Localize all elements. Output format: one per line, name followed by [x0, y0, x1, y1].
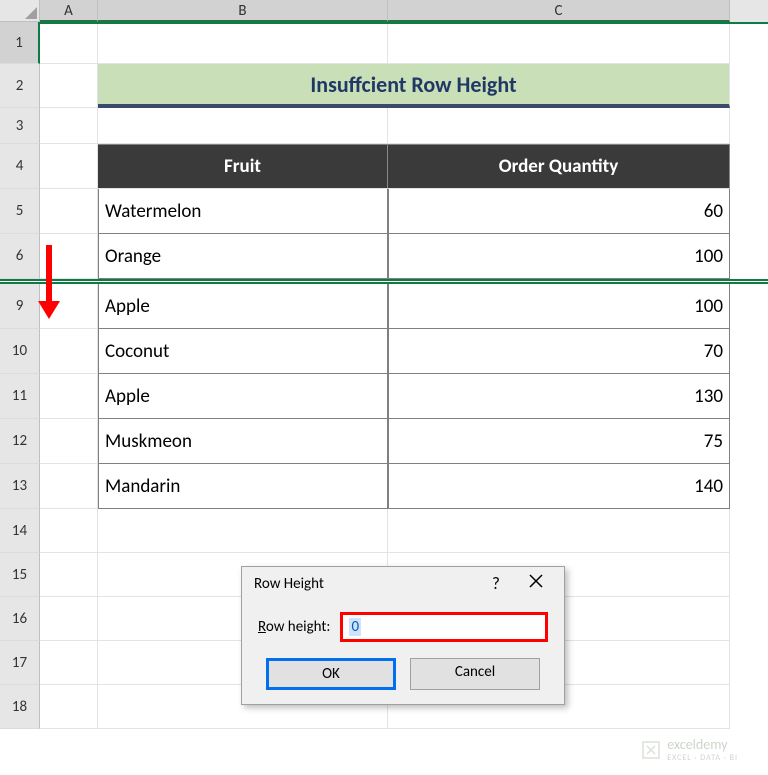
row-header-17[interactable]: 17: [0, 641, 40, 685]
row-header-14[interactable]: 14: [0, 509, 40, 553]
cell-fruit[interactable]: Muskmeon: [98, 419, 388, 464]
select-all-corner[interactable]: [0, 0, 40, 22]
grid-row: [40, 22, 768, 64]
cell[interactable]: [40, 553, 98, 597]
table-row: Coconut 70: [40, 329, 768, 374]
table-row: Orange 100: [40, 234, 768, 279]
cell-qty[interactable]: 70: [388, 329, 730, 374]
ok-button[interactable]: OK: [266, 658, 396, 690]
cell[interactable]: [40, 189, 98, 234]
row-height-dialog: Row Height ? Row height: 0 OK Cancel: [241, 566, 565, 705]
cell-qty[interactable]: 130: [388, 374, 730, 419]
row-header-13[interactable]: 13: [0, 464, 40, 509]
selection-row-top-border: [40, 22, 768, 24]
cell-fruit[interactable]: Watermelon: [98, 189, 388, 234]
watermark-brand: exceldemy: [667, 736, 727, 753]
cell[interactable]: [388, 509, 730, 553]
col-header-B[interactable]: B: [98, 0, 388, 22]
cell[interactable]: [40, 509, 98, 553]
cell[interactable]: [40, 144, 98, 189]
cell-fruit[interactable]: Mandarin: [98, 464, 388, 509]
row-header-18[interactable]: 18: [0, 685, 40, 729]
table-row: Muskmeon 75: [40, 419, 768, 464]
row-header-15[interactable]: 15: [0, 553, 40, 597]
row-header-2[interactable]: 2: [0, 64, 40, 108]
row-header-5[interactable]: 5: [0, 189, 40, 234]
cell[interactable]: [40, 64, 98, 108]
dialog-title: Row Height: [254, 575, 476, 593]
cell[interactable]: [98, 22, 388, 64]
cell[interactable]: [40, 464, 98, 509]
table-header-fruit[interactable]: Fruit: [98, 144, 388, 189]
cancel-button[interactable]: Cancel: [410, 658, 540, 690]
cell[interactable]: [388, 22, 730, 64]
cell-qty[interactable]: 75: [388, 419, 730, 464]
row-header-6[interactable]: 6: [0, 234, 40, 279]
cell[interactable]: [40, 419, 98, 464]
table-row: Watermelon 60: [40, 189, 768, 234]
help-button[interactable]: ?: [476, 573, 516, 594]
col-header-A[interactable]: A: [40, 0, 98, 22]
row-header-11[interactable]: 11: [0, 374, 40, 419]
col-header-C[interactable]: C: [388, 0, 730, 22]
row-header-4[interactable]: 4: [0, 144, 40, 189]
row-header-12[interactable]: 12: [0, 419, 40, 464]
grid-row: [40, 108, 768, 144]
cell[interactable]: [98, 509, 388, 553]
cell[interactable]: [388, 108, 730, 144]
dialog-actions: OK Cancel: [242, 648, 564, 704]
cell[interactable]: [40, 108, 98, 144]
cell-qty[interactable]: 100: [388, 284, 730, 329]
dialog-titlebar[interactable]: Row Height ?: [242, 567, 564, 600]
table-header-qty[interactable]: Order Quantity: [388, 144, 730, 189]
row-height-label: Row height:: [258, 618, 330, 636]
cell-fruit[interactable]: Apple: [98, 374, 388, 419]
cell[interactable]: [40, 641, 98, 685]
annotation-arrow-icon: [46, 245, 52, 305]
row-header-9[interactable]: 9: [0, 284, 40, 329]
grid-row: Insuffcient Row Height: [40, 64, 768, 108]
watermark-tag: EXCEL · DATA · BI: [667, 753, 738, 763]
row-header-1[interactable]: 1: [0, 22, 40, 64]
cell-fruit[interactable]: Orange: [98, 234, 388, 279]
grid-row: [40, 509, 768, 553]
cell-fruit[interactable]: Apple: [98, 284, 388, 329]
cell-qty[interactable]: 140: [388, 464, 730, 509]
cell[interactable]: [40, 685, 98, 729]
row-height-input[interactable]: 0: [340, 612, 548, 642]
cell[interactable]: [40, 597, 98, 641]
cell-fruit[interactable]: Coconut: [98, 329, 388, 374]
cell[interactable]: [40, 374, 98, 419]
dialog-body: Row height: 0: [242, 600, 564, 648]
cell[interactable]: [98, 108, 388, 144]
row-header-3[interactable]: 3: [0, 108, 40, 144]
table-row: Apple 130: [40, 374, 768, 419]
cell-qty[interactable]: 100: [388, 234, 730, 279]
table-row: Mandarin 140: [40, 464, 768, 509]
table-header-row: Fruit Order Quantity: [40, 144, 768, 189]
page-title[interactable]: Insuffcient Row Height: [98, 64, 730, 108]
table-row: Apple 100: [40, 284, 768, 329]
watermark: exceldemy EXCEL · DATA · BI: [641, 736, 738, 763]
cell[interactable]: [40, 329, 98, 374]
cell-qty[interactable]: 60: [388, 189, 730, 234]
row-header-16[interactable]: 16: [0, 597, 40, 641]
close-icon: [529, 574, 543, 588]
logo-icon: [641, 740, 661, 760]
row-headers: 1 2 3 4 5 6 9 10 11 12 13 14 15 16 17 18: [0, 22, 40, 729]
row-header-10[interactable]: 10: [0, 329, 40, 374]
close-button[interactable]: [516, 574, 556, 593]
cell[interactable]: [40, 22, 98, 64]
column-headers: A B C: [0, 0, 768, 22]
